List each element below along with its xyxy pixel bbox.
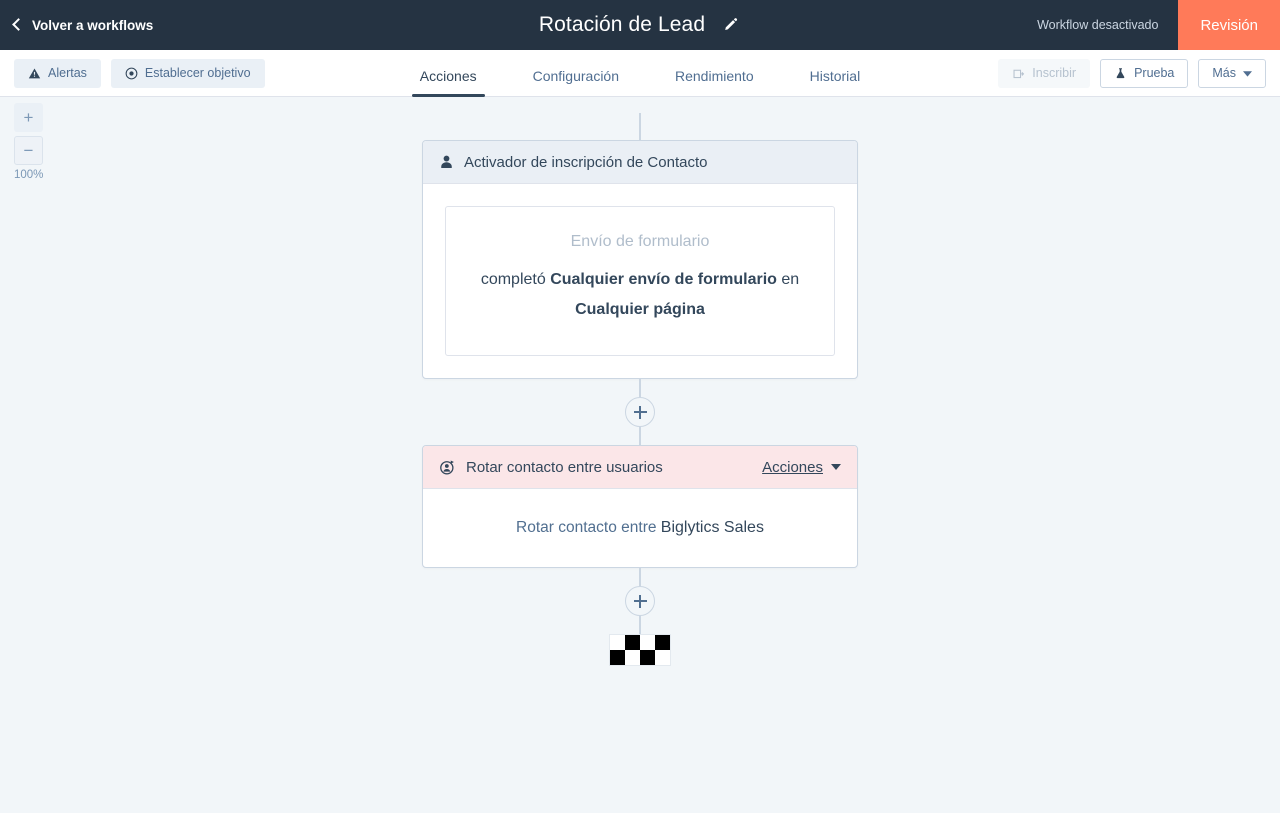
more-menu-label: Más bbox=[1212, 66, 1236, 80]
connector-line-after-trigger-lower bbox=[639, 427, 641, 445]
flask-icon bbox=[1114, 67, 1127, 80]
trigger-criteria-prefix: completó bbox=[481, 271, 550, 288]
action-card-actions-menu[interactable]: Acciones bbox=[762, 459, 841, 476]
trigger-card-header: Activador de inscripción de Contacto bbox=[423, 141, 857, 184]
tab-acciones-label: Acciones bbox=[420, 68, 477, 84]
set-goal-button-label: Establecer objetivo bbox=[145, 66, 251, 80]
clipped-top-label bbox=[422, 97, 858, 113]
contact-person-icon bbox=[439, 154, 454, 170]
workflow-status-text: Workflow desactivado bbox=[1037, 18, 1158, 32]
connector-line-after-action-lower bbox=[639, 616, 641, 634]
tab-historial-label: Historial bbox=[810, 68, 861, 84]
chevron-down-icon bbox=[1243, 70, 1252, 77]
trigger-criteria-bold-one: Cualquier envío de formulario bbox=[550, 271, 777, 288]
enrollment-trigger-card[interactable]: Activador de inscripción de Contacto Env… bbox=[422, 140, 858, 379]
action-card-actions-label: Acciones bbox=[762, 459, 823, 476]
trigger-type-label: Envío de formulario bbox=[468, 233, 812, 251]
trigger-criteria-bold-two: Cualquier página bbox=[575, 301, 705, 318]
zoom-out-button[interactable]: − bbox=[14, 136, 43, 165]
top-navigation-bar: Volver a workflows Rotación de Lead Work… bbox=[0, 0, 1280, 50]
trigger-criteria-middle: en bbox=[777, 271, 799, 288]
rotate-contact-icon bbox=[439, 459, 456, 476]
action-body-team: Biglytics Sales bbox=[661, 519, 764, 536]
alerts-button-label: Alertas bbox=[48, 66, 87, 80]
connector-line-top bbox=[639, 113, 641, 140]
tab-acciones[interactable]: Acciones bbox=[392, 68, 505, 97]
tab-historial[interactable]: Historial bbox=[782, 68, 889, 97]
set-goal-button[interactable]: Establecer objetivo bbox=[111, 59, 265, 88]
trigger-card-title: Activador de inscripción de Contacto bbox=[464, 154, 841, 171]
add-step-after-action[interactable] bbox=[625, 586, 655, 616]
zoom-controls: + − 100% bbox=[14, 103, 43, 181]
action-card-header: Rotar contacto entre usuarios Acciones bbox=[423, 446, 857, 489]
trigger-card-body: Envío de formulario completó Cualquier e… bbox=[423, 184, 857, 378]
action-card-title: Rotar contacto entre usuarios bbox=[466, 459, 752, 476]
review-button[interactable]: Revisión bbox=[1178, 0, 1280, 50]
chevron-down-icon bbox=[831, 464, 841, 470]
back-to-workflows-label: Volver a workflows bbox=[32, 18, 153, 33]
action-card-body: Rotar contacto entre Biglytics Sales bbox=[423, 489, 857, 567]
secondary-toolbar: Alertas Establecer objetivo Acciones Con… bbox=[0, 50, 1280, 97]
toolbar-right-buttons: Inscribir Prueba Más bbox=[998, 59, 1266, 88]
back-to-workflows-link[interactable]: Volver a workflows bbox=[14, 18, 153, 33]
enroll-button: Inscribir bbox=[998, 59, 1090, 88]
workflow-canvas[interactable]: + − 100% Activador de inscripción de Con… bbox=[0, 97, 1280, 813]
chevron-left-icon bbox=[12, 18, 25, 31]
workflow-flow-column: Activador de inscripción de Contacto Env… bbox=[422, 97, 858, 666]
trigger-criteria-description: completó Cualquier envío de formulario e… bbox=[468, 265, 812, 325]
checkered-flag-icon bbox=[609, 634, 671, 666]
top-bar-right-group: Workflow desactivado Revisión bbox=[1037, 0, 1280, 50]
pencil-icon[interactable] bbox=[721, 15, 741, 35]
tab-rendimiento[interactable]: Rendimiento bbox=[647, 68, 782, 97]
page-title: Rotación de Lead bbox=[539, 13, 705, 37]
tab-configuracion[interactable]: Configuración bbox=[505, 68, 647, 97]
zoom-level-label: 100% bbox=[14, 169, 43, 181]
alerts-button[interactable]: Alertas bbox=[14, 59, 101, 88]
zoom-in-button[interactable]: + bbox=[14, 103, 43, 132]
enroll-icon bbox=[1012, 67, 1025, 80]
enroll-button-label: Inscribir bbox=[1032, 66, 1076, 80]
toolbar-left-buttons: Alertas Establecer objetivo bbox=[14, 59, 265, 88]
alert-triangle-icon bbox=[28, 67, 41, 80]
connector-line-after-action-upper bbox=[639, 568, 641, 586]
add-step-after-trigger[interactable] bbox=[625, 397, 655, 427]
tab-configuracion-label: Configuración bbox=[533, 68, 619, 84]
test-button-label: Prueba bbox=[1134, 66, 1174, 80]
action-body-prefix: Rotar contacto entre bbox=[516, 519, 661, 536]
test-button[interactable]: Prueba bbox=[1100, 59, 1188, 88]
rotate-contact-action-card[interactable]: Rotar contacto entre usuarios Acciones R… bbox=[422, 445, 858, 568]
tab-rendimiento-label: Rendimiento bbox=[675, 68, 754, 84]
trigger-criteria-box[interactable]: Envío de formulario completó Cualquier e… bbox=[445, 206, 835, 356]
more-menu-button[interactable]: Más bbox=[1198, 59, 1266, 88]
connector-line-after-trigger-upper bbox=[639, 379, 641, 397]
target-icon bbox=[125, 67, 138, 80]
